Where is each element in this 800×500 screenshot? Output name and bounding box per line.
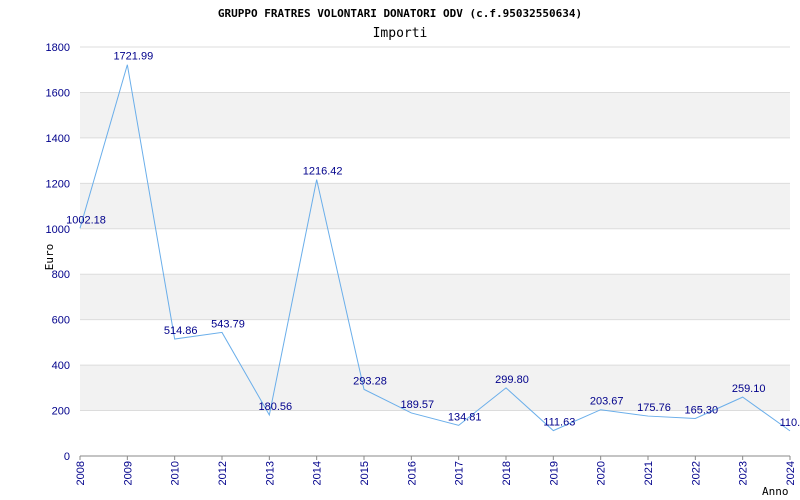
y-tick-label: 1800 xyxy=(46,42,70,54)
x-tick-label: 2012 xyxy=(217,461,229,485)
y-tick-label: 0 xyxy=(64,451,70,463)
x-tick-label: 2014 xyxy=(312,461,324,485)
data-label: 514.86 xyxy=(164,325,198,337)
data-label: 543.79 xyxy=(211,318,245,330)
plot-band xyxy=(80,274,790,320)
y-tick-label: 200 xyxy=(52,406,70,418)
x-tick-label: 2010 xyxy=(170,461,182,485)
plot-band xyxy=(80,92,790,138)
plot-band xyxy=(80,365,790,411)
x-tick-label: 2016 xyxy=(406,461,418,485)
chart-subtitle: Importi xyxy=(373,26,428,41)
data-label: 299.80 xyxy=(495,374,529,386)
chart-title: GRUPPO FRATRES VOLONTARI DONATORI ODV (c… xyxy=(218,7,582,20)
y-tick-label: 1200 xyxy=(46,178,70,190)
data-label: 175.76 xyxy=(637,402,671,414)
x-tick-label: 2015 xyxy=(359,461,371,485)
x-tick-label: 2008 xyxy=(75,461,87,485)
plot-band xyxy=(80,183,790,229)
x-tick-label: 2024 xyxy=(785,461,797,485)
x-tick-label: 2023 xyxy=(738,461,750,485)
data-label: 110.67 xyxy=(780,417,800,429)
plot-band xyxy=(80,47,790,93)
data-label: 1216.42 xyxy=(303,166,343,178)
plot-bands xyxy=(80,47,790,456)
x-tick-label: 2020 xyxy=(596,461,608,485)
data-label: 203.67 xyxy=(590,396,624,408)
x-tick-label: 2013 xyxy=(264,461,276,485)
x-tick-label: 2022 xyxy=(690,461,702,485)
data-label: 293.28 xyxy=(353,375,387,387)
x-tick-labels: 2008 2009 2010 2012 2013 2014 2015 2016 2017 2018… xyxy=(75,461,797,485)
y-tick-label: 1600 xyxy=(46,87,70,99)
x-tick-label: 2018 xyxy=(501,461,513,485)
x-tick-label: 2017 xyxy=(454,461,466,485)
data-label: 1002.18 xyxy=(66,214,106,226)
data-label: 1721.99 xyxy=(113,51,153,63)
data-label: 134.81 xyxy=(448,411,482,423)
data-label: 111.63 xyxy=(543,417,575,429)
plot-band xyxy=(80,228,790,275)
plot-band xyxy=(80,137,790,184)
y-tick-label: 1400 xyxy=(46,133,70,145)
data-label: 189.57 xyxy=(401,399,435,411)
line-chart: 020040060080010001200140016001800 2008 20… xyxy=(43,7,800,498)
y-tick-label: 400 xyxy=(52,360,70,372)
x-tick-label: 2019 xyxy=(548,461,560,485)
x-tick-label: 2021 xyxy=(643,461,655,485)
x-axis-title: Anno xyxy=(762,485,789,498)
x-tick-label: 2009 xyxy=(122,461,134,485)
data-label: 165.30 xyxy=(685,404,719,416)
data-label: 180.56 xyxy=(259,401,293,413)
y-axis-title: Euro xyxy=(43,244,56,271)
y-tick-label: 600 xyxy=(52,315,70,327)
data-label: 259.10 xyxy=(732,383,766,395)
